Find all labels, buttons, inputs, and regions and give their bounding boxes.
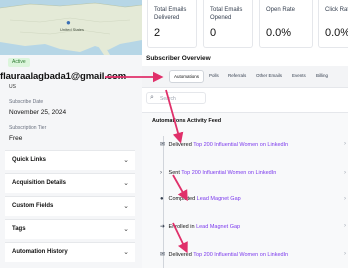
arrow-to-delivered-item	[165, 89, 184, 144]
arrow-to-completed-item	[172, 174, 188, 202]
arrow-to-last-delivered-item	[172, 222, 188, 254]
annotation-arrows	[105, 71, 188, 254]
